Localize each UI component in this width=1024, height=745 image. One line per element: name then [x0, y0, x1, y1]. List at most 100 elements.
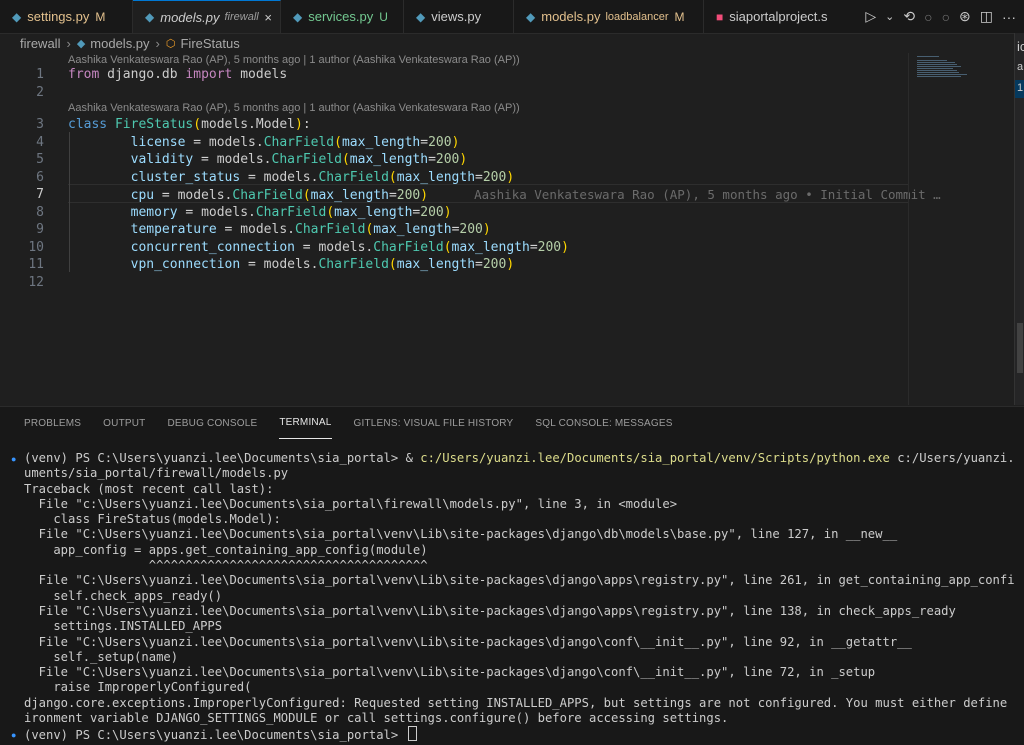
terminal-line: uments/sia_portal/firewall/models.py	[24, 466, 289, 481]
terminal-line: File "C:\Users\yuanzi.lee\Documents\sia_…	[24, 603, 956, 618]
code-line[interactable]: concurrent_connection = models.CharField…	[68, 240, 569, 255]
modified-badge: M	[95, 9, 106, 24]
terminal-output[interactable]: (venv) PS C:\Users\yuanzi.lee\Documents\…	[24, 451, 1014, 742]
tab-settings-py[interactable]: ◆ settings.py M	[0, 0, 133, 33]
inline-blame-annotation[interactable]: Aashika Venkateswara Rao (AP), 5 months …	[474, 187, 941, 202]
tab-label: siaportalproject.s	[729, 9, 828, 24]
tab-label: settings.py	[27, 9, 90, 24]
side-bar-title: ic	[1017, 39, 1024, 54]
command-decoration-icon[interactable]: ●	[11, 454, 16, 464]
terminal-line: File "c:\Users\yuanzi.lee\Documents\sia_…	[24, 496, 678, 511]
terminal-line: Traceback (most recent call last):	[24, 481, 274, 496]
code-line[interactable]: from django.db import models	[68, 67, 287, 82]
tab-output[interactable]: OUTPUT	[103, 407, 145, 439]
minimap[interactable]	[908, 53, 1015, 405]
code-line[interactable]: cpu = models.CharField(max_length=200) Aa…	[68, 187, 941, 203]
line-number: 3	[36, 117, 44, 132]
database-icon: ■	[716, 9, 724, 24]
blame-codelens[interactable]: Aashika Venkateswara Rao (AP), 5 months …	[68, 102, 520, 114]
code-editor[interactable]: Aashika Venkateswara Rao (AP), 5 months …	[0, 53, 940, 405]
panel-tabs: PROBLEMS OUTPUT DEBUG CONSOLE TERMINAL G…	[0, 407, 1024, 439]
python-file-icon: ◆	[12, 9, 22, 24]
tab-problems[interactable]: PROBLEMS	[24, 407, 81, 439]
tab-label: models.py	[160, 9, 220, 25]
terminal-line: ironment variable DJANGO_SETTINGS_MODULE…	[24, 711, 729, 726]
terminal-line: self._setup(name)	[24, 649, 179, 664]
code-line[interactable]: memory = models.CharField(max_length=200…	[68, 205, 452, 220]
breadcrumb-folder[interactable]: firewall	[20, 36, 60, 51]
terminal-prompt-line: (venv) PS C:\Users\yuanzi.lee\Documents\…	[24, 726, 1014, 742]
next-change-icon[interactable]: ○	[942, 9, 950, 25]
more-actions-icon[interactable]: ···	[1002, 9, 1016, 25]
code-line[interactable]: class FireStatus(models.Model):	[68, 117, 311, 132]
python-file-icon: ◆	[293, 9, 303, 24]
history-back-icon[interactable]: ⟲	[903, 8, 915, 25]
blame-codelens[interactable]: Aashika Venkateswara Rao (AP), 5 months …	[68, 54, 520, 66]
close-icon[interactable]: ×	[264, 10, 272, 25]
line-number: 11	[28, 257, 44, 272]
modified-badge: M	[674, 9, 685, 24]
split-editor-icon[interactable]: ◫	[980, 8, 993, 25]
editor-toolbar: ▷ ⌄ ⟲ ○ ○ ⊛ ◫ ···	[829, 0, 1024, 33]
tab-gitlens-file-history[interactable]: GITLENS: VISUAL FILE HISTORY	[354, 407, 514, 439]
terminal-line: File "C:\Users\yuanzi.lee\Documents\sia_…	[24, 573, 1014, 588]
python-file-icon: ◆	[526, 9, 536, 24]
chevron-right-icon: ›	[66, 35, 71, 51]
line-number: 8	[36, 204, 44, 220]
terminal-line: raise ImproperlyConfigured(	[24, 680, 252, 695]
python-file-icon: ◆	[145, 10, 155, 24]
chevron-right-icon: ›	[155, 35, 160, 51]
previous-change-icon[interactable]: ○	[924, 9, 932, 25]
tab-label: models.py	[541, 9, 601, 24]
terminal-line: File "C:\Users\yuanzi.lee\Documents\sia_…	[24, 527, 898, 542]
run-icon[interactable]: ▷	[865, 8, 876, 25]
terminal-command-line: (venv) PS C:\Users\yuanzi.lee\Documents\…	[24, 451, 1014, 465]
tab-label: views.py	[431, 9, 482, 24]
terminal-cursor	[407, 726, 417, 742]
line-number: 4	[36, 134, 44, 150]
tab-models-py-loadbalancer[interactable]: ◆ models.py loadbalancer M	[514, 0, 704, 33]
tab-description: firewall	[224, 11, 259, 23]
tab-views-py[interactable]: ◆ views.py	[404, 0, 514, 33]
breadcrumb-symbol[interactable]: FireStatus	[180, 36, 239, 51]
code-line[interactable]: temperature = models.CharField(max_lengt…	[68, 222, 491, 237]
tab-terminal[interactable]: TERMINAL	[279, 407, 332, 439]
tab-siaportalproject[interactable]: ■ siaportalproject.s	[704, 0, 829, 33]
tab-models-py-firewall[interactable]: ◆ models.py firewall ×	[133, 0, 281, 33]
terminal-line: class FireStatus(models.Model):	[24, 512, 281, 527]
line-number: 9	[36, 222, 44, 237]
line-number: 12	[28, 274, 44, 290]
side-bar-label: a	[1017, 61, 1024, 73]
chevron-down-icon[interactable]: ⌄	[885, 10, 894, 23]
tab-services-py[interactable]: ◆ services.py U	[281, 0, 404, 33]
tab-description: loadbalancer	[605, 10, 669, 23]
command-decoration-icon[interactable]: ●	[11, 730, 16, 740]
line-number: 6	[36, 169, 44, 185]
secondary-side-bar: ic a 1	[1014, 33, 1024, 405]
class-symbol-icon: ⬡	[165, 37, 176, 50]
scrollbar[interactable]	[1017, 323, 1023, 373]
code-line[interactable]: vpn_connection = models.CharField(max_le…	[68, 257, 515, 272]
editor-tab-bar: ◆ settings.py M ◆ models.py firewall × ◆…	[0, 0, 1024, 34]
code-line[interactable]: validity = models.CharField(max_length=2…	[68, 152, 468, 167]
terminal-line: app_config = apps.get_containing_app_con…	[24, 542, 428, 557]
python-file-icon: ◆	[416, 9, 426, 24]
tab-sql-console[interactable]: SQL CONSOLE: MESSAGES	[535, 407, 672, 439]
breadcrumb: firewall › ◆ models.py › ⬡ FireStatus	[0, 33, 1024, 53]
tab-label: services.py	[308, 9, 374, 24]
line-number: 1	[36, 67, 44, 82]
git-compare-icon[interactable]: ⊛	[959, 8, 971, 25]
bottom-panel: PROBLEMS OUTPUT DEBUG CONSOLE TERMINAL G…	[0, 406, 1024, 745]
terminal-line: settings.INSTALLED_APPS	[24, 619, 223, 634]
code-line[interactable]: license = models.CharField(max_length=20…	[68, 135, 460, 150]
terminal-line: File "C:\Users\yuanzi.lee\Documents\sia_…	[24, 634, 912, 649]
breadcrumb-file[interactable]: models.py	[90, 36, 149, 51]
line-number: 5	[36, 152, 44, 167]
python-file-icon: ◆	[76, 37, 86, 50]
side-bar-item[interactable]: 1	[1017, 82, 1023, 94]
line-number: 10	[28, 239, 44, 255]
code-line[interactable]: cluster_status = models.CharField(max_le…	[68, 170, 515, 185]
tab-debug-console[interactable]: DEBUG CONSOLE	[167, 407, 257, 439]
line-number: 7	[36, 187, 44, 202]
terminal-line: django.core.exceptions.ImproperlyConfigu…	[24, 695, 1014, 710]
